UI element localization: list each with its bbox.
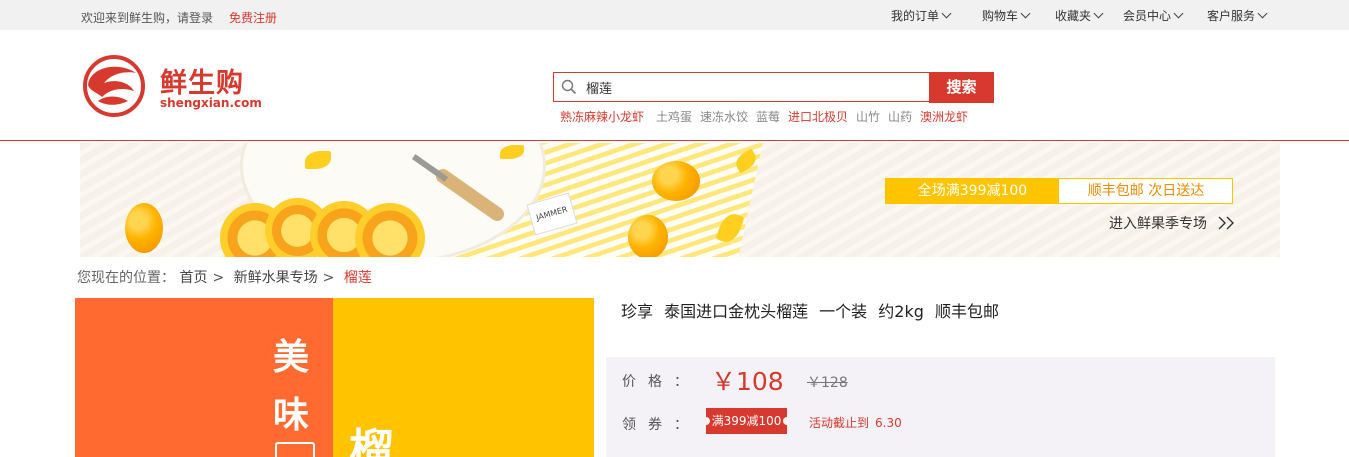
- hot-keyword[interactable]: 土鸡蛋: [656, 108, 692, 125]
- breadcrumb-current: 榴莲: [343, 270, 372, 286]
- hot-keyword[interactable]: 山药: [888, 108, 912, 125]
- deadline-date: 6.30: [875, 416, 902, 430]
- search-box: [553, 72, 930, 102]
- seal-stamp: [275, 442, 315, 457]
- product-image-text: 味: [273, 394, 310, 436]
- nav-label: 收藏夹: [1055, 9, 1092, 23]
- promo-deadline: 活动截止到 6.30: [809, 414, 902, 431]
- product-image-text: 榴: [349, 425, 393, 457]
- breadcrumb-prefix: 您现在的位置：: [77, 270, 175, 286]
- chevron-down-icon: [1093, 8, 1104, 19]
- nav-member-center[interactable]: 会员中心: [1123, 7, 1184, 24]
- hot-keyword[interactable]: 山竹: [856, 108, 880, 125]
- breadcrumb-home[interactable]: 首页: [179, 270, 207, 286]
- price-label: 价格：: [622, 374, 700, 390]
- original-price: ￥128: [807, 375, 848, 391]
- nav-label: 客户服务: [1207, 9, 1256, 23]
- coupon-label: 领券：: [622, 417, 700, 433]
- deadline-label: 活动截止到: [809, 416, 870, 430]
- chevron-down-icon: [1257, 8, 1268, 19]
- product-title: 珍享 泰国进口金枕头榴莲 一个装 约2kg 顺丰包邮: [621, 302, 999, 321]
- price-panel: 价格： ￥108 ￥128 领券： 满399减100 活动截止到 6.30: [606, 357, 1275, 457]
- hot-keyword[interactable]: 蓝莓: [756, 108, 780, 125]
- breadcrumb-category[interactable]: 新鲜水果专场: [234, 270, 318, 286]
- nav-label: 我的订单: [891, 9, 940, 23]
- breadcrumb-separator: >: [322, 270, 335, 286]
- current-price: ￥108: [711, 367, 784, 396]
- top-bar: 欢迎来到鲜生购，请登录 免费注册 我的订单 购物车 收藏夹 会员中心 客户服务: [0, 0, 1349, 30]
- tomato-image: [652, 161, 700, 201]
- search-input[interactable]: [586, 73, 916, 101]
- site-header: 鲜生购 shengxian.com 搜索 熟冻麻辣小龙虾 土鸡蛋 速冻水饺 蓝莓…: [0, 30, 1349, 141]
- hot-keyword[interactable]: 速冻水饺: [700, 108, 748, 125]
- search-icon: [561, 79, 577, 95]
- nav-label: 购物车: [982, 9, 1019, 23]
- promo-discount: 全场满399减100: [886, 179, 1059, 203]
- tomato-image: [125, 203, 163, 253]
- product-image-text: 美: [273, 336, 310, 378]
- register-link[interactable]: 免费注册: [229, 9, 277, 26]
- breadcrumb: 您现在的位置： 首页 > 新鲜水果专场 > 榴莲: [77, 267, 372, 287]
- promo-shipping: 顺丰包邮 次日送达: [1087, 183, 1205, 199]
- logo-name[interactable]: 鲜生购: [160, 61, 244, 100]
- nav-favorites[interactable]: 收藏夹: [1055, 7, 1104, 24]
- nav-label: 会员中心: [1123, 9, 1172, 23]
- welcome-login-link[interactable]: 欢迎来到鲜生购，请登录: [81, 9, 213, 26]
- nav-customer-service[interactable]: 客户服务: [1207, 7, 1268, 24]
- tomato-image: [628, 215, 668, 257]
- nav-cart[interactable]: 购物车: [982, 7, 1031, 24]
- product-image[interactable]: 美 味 榴: [75, 298, 594, 457]
- chevron-down-icon: [1173, 8, 1184, 19]
- promo-banner[interactable]: JAMMER 全场满399减100 顺丰包邮 次日送达 进入鲜果季专场: [80, 143, 1280, 257]
- hot-keyword[interactable]: 熟冻麻辣小龙虾: [560, 108, 644, 125]
- search-button[interactable]: 搜索: [929, 72, 994, 103]
- hot-keyword[interactable]: 进口北极贝: [788, 108, 848, 125]
- double-chevron-right-icon[interactable]: [1217, 216, 1237, 230]
- chevron-down-icon: [1020, 8, 1031, 19]
- hot-keyword[interactable]: 澳洲龙虾: [920, 108, 968, 125]
- promo-box: 全场满399减100 顺丰包邮 次日送达: [885, 178, 1233, 204]
- nav-my-orders[interactable]: 我的订单: [891, 7, 952, 24]
- logo-domain: shengxian.com: [160, 96, 262, 110]
- coupon-button[interactable]: 满399减100: [702, 408, 791, 434]
- breadcrumb-separator: >: [212, 270, 225, 286]
- chevron-down-icon: [941, 8, 952, 19]
- enter-promo-link[interactable]: 进入鲜果季专场: [1109, 213, 1207, 233]
- shrimp-logo-icon[interactable]: [78, 55, 150, 117]
